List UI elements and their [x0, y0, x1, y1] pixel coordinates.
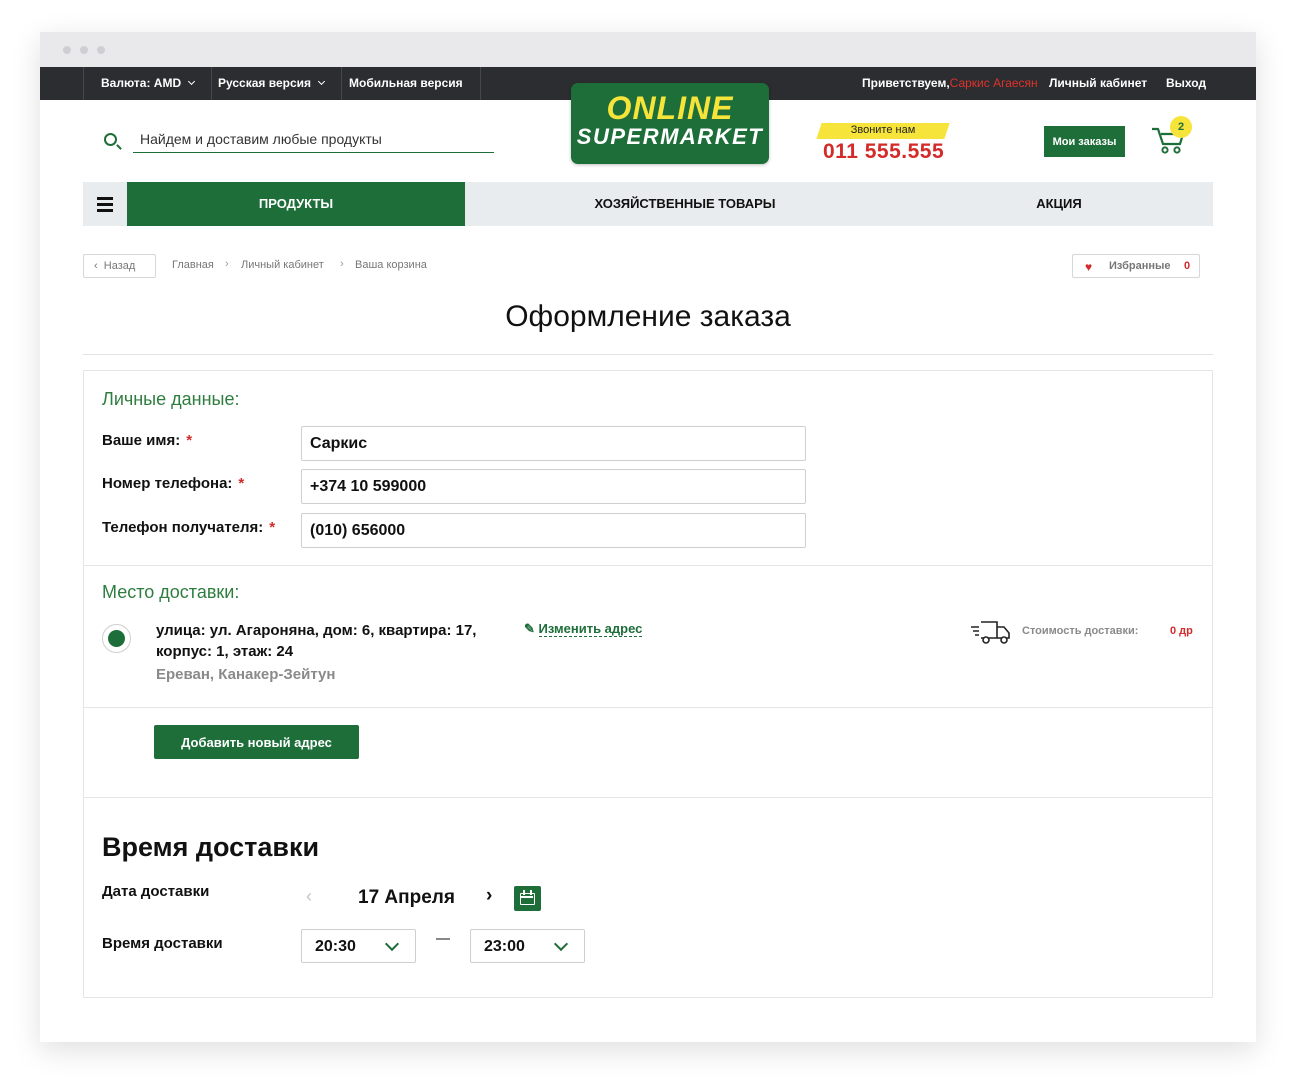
chevron-right-icon: ›: [340, 258, 344, 270]
recipient-phone-label: Телефон получателя: *: [102, 519, 276, 536]
search-input[interactable]: [133, 126, 494, 153]
address-line: корпус: 1, этаж: 24: [156, 643, 294, 660]
window-dot-icon: [63, 46, 71, 54]
nav-item-promo[interactable]: АКЦИЯ: [905, 182, 1213, 226]
phone-number[interactable]: 011 555.555: [823, 140, 944, 164]
account-link[interactable]: Личный кабинет: [1049, 67, 1147, 100]
divider: [84, 565, 1212, 566]
delivery-time-title: Время доставки: [102, 832, 320, 862]
edit-address-label: Изменить адрес: [538, 621, 643, 637]
nav-item-products[interactable]: ПРОДУКТЫ: [127, 182, 465, 226]
address-city: Ереван, Канакер-Зейтун: [156, 666, 336, 683]
favorites-label: Избранные: [1109, 260, 1171, 272]
name-field[interactable]: [301, 426, 806, 461]
divider: [84, 707, 1212, 708]
chevron-left-icon: ‹: [94, 260, 104, 272]
name-label: Ваше имя: *: [102, 432, 193, 449]
chevron-down-icon: [384, 936, 400, 952]
required-mark: *: [238, 475, 245, 492]
chevron-down-icon: [188, 77, 196, 86]
recipient-phone-field[interactable]: [301, 513, 806, 548]
personal-data-title: Личные данные:: [102, 389, 240, 409]
required-mark: *: [269, 519, 276, 536]
phone-label: Номер телефона: *: [102, 475, 245, 492]
mobile-version-label: Мобильная версия: [349, 76, 463, 90]
logo-line-supermarket: SUPERMARKET: [576, 124, 764, 149]
chevron-right-icon[interactable]: ›: [486, 885, 492, 907]
calendar-icon[interactable]: [514, 886, 541, 911]
nav-item-household[interactable]: ХОЗЯЙСТВЕННЫЕ ТОВАРЫ: [465, 182, 905, 226]
site-logo[interactable]: ONLINE SUPERMARKET: [571, 83, 769, 164]
site-header: ONLINE SUPERMARKET Звоните нам 011 555.5…: [40, 83, 1256, 182]
edit-address-link[interactable]: ✎ Изменить адрес: [524, 621, 643, 637]
delivery-place-title: Место доставки:: [102, 582, 240, 602]
mobile-version-link[interactable]: Мобильная версия: [332, 67, 481, 100]
required-mark: *: [186, 432, 193, 449]
page-title: Оформление заказа: [505, 300, 791, 333]
currency-label: Валюта: AMD: [101, 76, 182, 90]
logout-link[interactable]: Выход: [1166, 67, 1206, 100]
search-icon[interactable]: [104, 133, 117, 146]
browser-window: Валюта: AMD Русская версия Мобильная вер…: [40, 32, 1256, 1042]
account-label: Личный кабинет: [1049, 76, 1148, 90]
divider: [83, 354, 1213, 355]
delivery-date-value: 17 Апреля: [358, 887, 455, 908]
chevron-down-icon: [553, 936, 569, 952]
user-name: Саркис Агаесян: [949, 76, 1038, 90]
add-address-button[interactable]: Добавить новый адрес: [154, 725, 359, 759]
cart-count-badge[interactable]: 2: [1170, 116, 1192, 138]
greeting-text: Приветствуем,: [862, 76, 950, 90]
delivery-cost-value: 0 др: [1170, 625, 1193, 637]
breadcrumb-home[interactable]: Главная: [172, 259, 214, 271]
time-to-value: 23:00: [484, 938, 525, 955]
logout-label: Выход: [1166, 76, 1207, 90]
breadcrumb: ‹ Назад Главная › Личный кабинет › Ваша …: [83, 254, 1213, 278]
delivery-date-label: Дата доставки: [102, 883, 210, 900]
menu-icon[interactable]: [83, 182, 127, 226]
favorites-count: 0: [1184, 260, 1191, 272]
breadcrumb-account[interactable]: Личный кабинет: [241, 259, 324, 271]
chevron-down-icon: [317, 77, 326, 86]
time-from-value: 20:30: [315, 938, 356, 955]
address-radio[interactable]: [102, 624, 131, 653]
browser-chrome: [40, 32, 1256, 67]
call-label: Звоните нам: [850, 124, 916, 136]
range-dash: [436, 938, 450, 940]
delivery-cost-label: Стоимость доставки:: [1022, 625, 1139, 637]
logo-line-online: ONLINE: [606, 90, 734, 126]
my-orders-button[interactable]: Мои заказы: [1044, 126, 1125, 157]
time-to-select[interactable]: 23:00: [470, 929, 585, 963]
chevron-right-icon: ›: [225, 258, 229, 270]
window-dot-icon: [80, 46, 88, 54]
heart-icon: ♥: [1085, 260, 1093, 274]
window-dot-icon: [97, 46, 105, 54]
address-line: улица: ул. Агароняна, дом: 6, квартира: …: [156, 622, 477, 639]
language-label: Русская версия: [218, 76, 312, 90]
back-label: Назад: [103, 260, 136, 272]
divider: [84, 797, 1212, 798]
favorites-button[interactable]: ♥ Избранные 0: [1072, 254, 1200, 278]
chevron-left-icon[interactable]: ‹: [306, 886, 312, 907]
language-select[interactable]: Русская версия: [201, 67, 343, 100]
phone-field[interactable]: [301, 469, 806, 504]
breadcrumb-cart: Ваша корзина: [355, 259, 427, 271]
greeting: Приветствуем,Саркис Агаесян: [862, 67, 1038, 100]
truck-icon: [971, 621, 1010, 644]
back-button[interactable]: ‹ Назад: [83, 254, 156, 278]
currency-select[interactable]: Валюта: AMD: [83, 67, 213, 100]
address-text: улица: ул. Агароняна, дом: 6, квартира: …: [156, 620, 496, 662]
main-nav: ПРОДУКТЫ ХОЗЯЙСТВЕННЫЕ ТОВАРЫ АКЦИЯ: [83, 182, 1213, 226]
pencil-icon: ✎: [524, 621, 535, 636]
checkout-card: Личные данные: Ваше имя:* Номер телефона…: [83, 370, 1213, 998]
time-from-select[interactable]: 20:30: [301, 929, 416, 963]
delivery-time-label: Время доставки: [102, 935, 223, 952]
